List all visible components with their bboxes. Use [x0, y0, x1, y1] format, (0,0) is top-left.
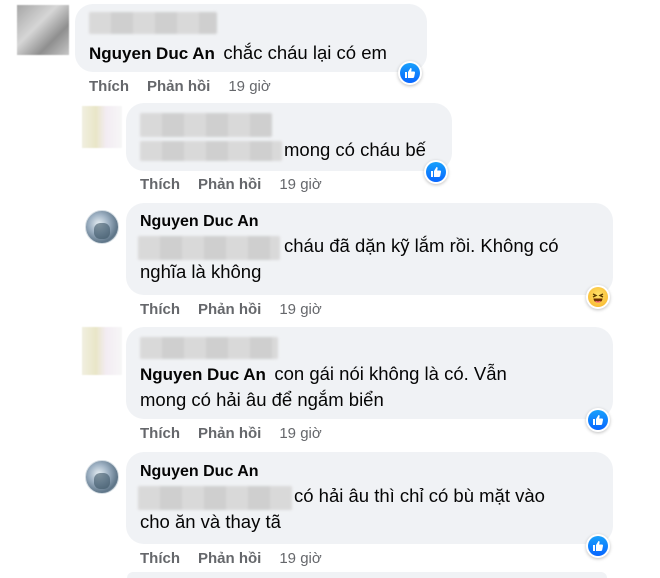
comment-bubble: Nguyen Duc An có hải âu thì chỉ có bù mặ…	[126, 452, 613, 544]
like-button[interactable]: Thích	[140, 425, 180, 442]
avatar[interactable]	[85, 460, 119, 494]
avatar-blurred[interactable]	[82, 327, 122, 375]
like-icon	[431, 167, 442, 177]
comment-time[interactable]: 19 giờ	[279, 550, 321, 567]
comment-time[interactable]: 19 giờ	[279, 176, 321, 193]
like-icon	[405, 68, 416, 78]
comment-author[interactable]: Nguyen Duc An	[140, 463, 259, 481]
haha-icon	[592, 293, 604, 303]
comment-actions: Thích Phản hồi 19 giờ	[89, 78, 271, 95]
like-button[interactable]: Thích	[140, 301, 180, 318]
comment-text: mong có cháu bế	[284, 139, 426, 160]
next-comment-edge	[127, 572, 607, 578]
comment-actions: Thích Phản hồi 19 giờ	[140, 176, 322, 193]
comment-author[interactable]: Nguyen Duc An	[89, 44, 215, 63]
reaction-like[interactable]	[586, 534, 610, 558]
reaction-like[interactable]	[398, 61, 422, 85]
reply-button[interactable]: Phản hồi	[198, 301, 261, 318]
comment-bubble: mong có cháu bế	[126, 103, 452, 171]
avatar-blurred[interactable]	[82, 106, 122, 148]
comment-text-line2: nghĩa là không	[140, 261, 262, 282]
comment-bubble: Nguyen Duc An cháu đã dặn kỹ lắm rồi. Kh…	[126, 203, 613, 295]
comment-bubble: Nguyen Duc An con gái nói không là có. V…	[126, 327, 613, 419]
blurred-name	[140, 113, 272, 137]
reply-button[interactable]: Phản hồi	[198, 176, 261, 193]
blurred-mention	[140, 141, 282, 161]
comment-actions: Thích Phản hồi 19 giờ	[140, 301, 322, 318]
comment-author[interactable]: Nguyen Duc An	[140, 365, 266, 384]
blurred-mention	[138, 486, 292, 510]
comment-bubble: Nguyen Duc An chắc cháu lại có em	[75, 4, 427, 72]
comment-text: chắc cháu lại có em	[223, 42, 387, 63]
comment-line: Nguyen Duc An con gái nói không là có. V…	[140, 361, 507, 387]
avatar[interactable]	[85, 210, 119, 244]
reaction-like[interactable]	[424, 160, 448, 184]
reply-button[interactable]: Phản hồi	[198, 550, 261, 567]
reaction-haha[interactable]	[586, 285, 610, 309]
comment-text-line2: mong có hải âu để ngắm biển	[140, 389, 384, 410]
comment-line: Nguyen Duc An chắc cháu lại có em	[89, 40, 387, 66]
like-button[interactable]: Thích	[89, 78, 129, 95]
comment-time[interactable]: 19 giờ	[279, 301, 321, 318]
comment-text-line1: cháu đã dặn kỹ lắm rồi. Không có	[284, 235, 559, 256]
comment-text-line2: cho ăn và thay tã	[140, 511, 281, 532]
like-icon	[593, 541, 604, 551]
comment-time[interactable]: 19 giờ	[228, 78, 270, 95]
blurred-name	[140, 337, 278, 359]
reply-button[interactable]: Phản hồi	[147, 78, 210, 95]
like-icon	[593, 415, 604, 425]
comment-text-line1: có hải âu thì chỉ có bù mặt vào	[294, 485, 545, 506]
reaction-like[interactable]	[586, 408, 610, 432]
comment-actions: Thích Phản hồi 19 giờ	[140, 425, 322, 442]
comment-time[interactable]: 19 giờ	[279, 425, 321, 442]
like-button[interactable]: Thích	[140, 176, 180, 193]
comment-author[interactable]: Nguyen Duc An	[140, 213, 259, 231]
blurred-mention	[138, 236, 280, 260]
reply-button[interactable]: Phản hồi	[198, 425, 261, 442]
comment-actions: Thích Phản hồi 19 giờ	[140, 550, 322, 567]
avatar-blurred[interactable]	[17, 5, 69, 55]
comment-text-line1: con gái nói không là có. Vẫn	[274, 363, 507, 384]
like-button[interactable]: Thích	[140, 550, 180, 567]
blurred-name	[89, 12, 217, 34]
